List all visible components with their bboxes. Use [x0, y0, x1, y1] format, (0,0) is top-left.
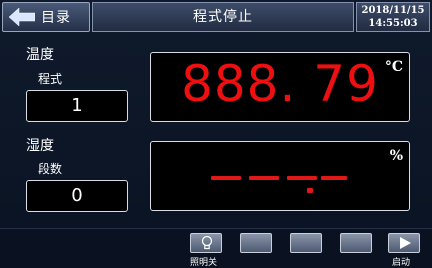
- play-icon: [400, 237, 411, 249]
- page-title: 程式停止: [92, 2, 354, 32]
- humidity-panel: %: [150, 141, 410, 211]
- screen: 目录 程式停止 2018/11/15 14:55:03 温度 程式 1 湿度 段…: [0, 0, 432, 268]
- clock-time: 14:55:03: [368, 18, 418, 29]
- footer: 照明关 启动: [0, 228, 432, 268]
- humidity-label: 湿度: [26, 138, 54, 154]
- program-value-box[interactable]: 1: [26, 90, 128, 122]
- segment-value-box[interactable]: 0: [26, 180, 128, 212]
- function-button-3[interactable]: [290, 233, 322, 253]
- lightbulb-icon: [201, 235, 213, 250]
- humidity-unit: %: [389, 148, 403, 164]
- temperature-label: 温度: [26, 47, 54, 63]
- temperature-reading: 888. 79: [181, 55, 379, 113]
- segment-label: 段数: [38, 162, 63, 176]
- function-button-2[interactable]: [240, 233, 272, 253]
- humidity-dash-1: [211, 176, 241, 180]
- back-label: 目录: [41, 10, 71, 26]
- light-label: 照明关: [190, 258, 218, 268]
- humidity-dash-3: [287, 176, 317, 180]
- humidity-decimal-point: [307, 188, 313, 193]
- clock-date: 2018/11/15: [361, 5, 425, 16]
- temperature-unit: °C: [384, 59, 403, 75]
- back-button[interactable]: 目录: [2, 2, 90, 32]
- start-button[interactable]: [388, 233, 420, 253]
- humidity-dash-4: [321, 176, 347, 180]
- arrow-left-icon: [9, 8, 35, 26]
- start-label: 启动: [392, 258, 411, 268]
- program-label: 程式: [38, 72, 63, 86]
- header: 目录 程式停止 2018/11/15 14:55:03: [0, 0, 432, 34]
- temperature-panel: 888. 79 °C: [150, 52, 410, 122]
- function-button-4[interactable]: [340, 233, 372, 253]
- humidity-dash-2: [249, 176, 279, 180]
- light-toggle-button[interactable]: [190, 233, 222, 253]
- clock: 2018/11/15 14:55:03: [356, 2, 430, 32]
